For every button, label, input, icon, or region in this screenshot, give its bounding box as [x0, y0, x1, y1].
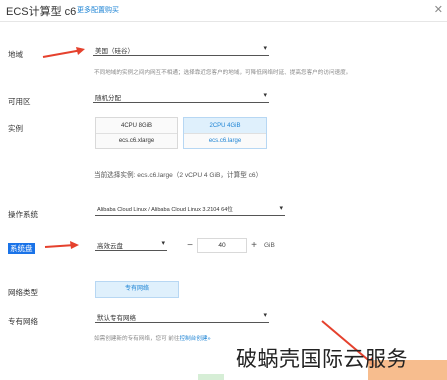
bottom-button-fragment	[198, 374, 224, 380]
vpc-hint-text: 如需创建新的专有网络，您可 前往	[94, 336, 180, 342]
disk-size-increase-button[interactable]: +	[248, 238, 260, 253]
vpc-hint: 如需创建新的专有网络，您可 前往控制台创建»	[94, 334, 211, 342]
vpc-select[interactable]: 默认专有网络 ▾	[95, 310, 269, 323]
network-type-label: 网络类型	[8, 288, 38, 297]
disk-size-unit: GiB	[264, 242, 275, 249]
vpc-label: 专有网络	[8, 317, 38, 326]
instance-code: ecs.c6.xlarge	[118, 138, 155, 144]
dialog-title: ECS计算型 c6	[6, 6, 77, 18]
disk-type-value: 高效云盘	[97, 243, 123, 250]
region-select[interactable]: 美国（硅谷） ▾	[93, 43, 269, 56]
vpc-value: 默认专有网络	[97, 315, 136, 322]
os-value: Alibaba Cloud Linux / Alibaba Cloud Linu…	[97, 207, 233, 213]
current-instance-text: 当前选择实例: ecs.c6.large（2 vCPU 4 GiB，计算型 c6…	[94, 172, 263, 179]
region-value: 美国（硅谷）	[95, 48, 134, 55]
disk-size-input[interactable]: 40	[197, 238, 247, 253]
system-disk-label: 系统盘	[8, 243, 35, 254]
instance-spec: 2CPU 4GiB	[184, 118, 266, 134]
chevron-down-icon: ▾	[263, 92, 267, 99]
zone-value: 随机分配	[95, 95, 121, 102]
instance-spec: 4CPU 8GiB	[96, 118, 177, 134]
region-label: 地域	[8, 50, 23, 59]
close-icon[interactable]: ✕	[434, 3, 443, 16]
instance-code: ecs.c6.large	[208, 138, 242, 144]
more-config-link[interactable]: 更多配置购买	[77, 5, 119, 15]
disk-size-decrease-button[interactable]: −	[184, 238, 196, 253]
chevron-down-icon: ▾	[263, 312, 267, 319]
zone-select[interactable]: 随机分配 ▾	[93, 90, 269, 103]
instance-label: 实例	[8, 124, 23, 133]
chevron-down-icon: ▾	[263, 45, 267, 52]
disk-type-select[interactable]: 高效云盘 ▾	[95, 238, 167, 251]
chevron-down-icon: ▾	[279, 205, 283, 212]
instance-card-xlarge[interactable]: 4CPU 8GiB ecs.c6.xlarge	[95, 117, 178, 149]
zone-label: 可用区	[8, 97, 31, 106]
watermark-text: 破蜗壳国际云服务	[236, 347, 408, 371]
network-type-vpc-option[interactable]: 专有网络	[95, 281, 179, 298]
instance-card-large[interactable]: 2CPU 4GiB ecs.c6.large	[183, 117, 267, 149]
dialog-header: ECS计算型 c6 更多配置购买 ✕	[0, 0, 447, 22]
os-label: 操作系统	[8, 210, 38, 219]
region-hint: 不同地域的实例之间内网互不相通；选择靠近您客户的地域，可降低网络时延、提高您客户…	[94, 70, 352, 76]
vpc-console-link[interactable]: 控制台创建»	[179, 336, 210, 342]
annotation-arrow-region	[42, 47, 85, 58]
os-select[interactable]: Alibaba Cloud Linux / Alibaba Cloud Linu…	[95, 203, 285, 216]
chevron-down-icon: ▾	[161, 240, 165, 247]
annotation-arrow-disk	[44, 241, 79, 249]
ecs-config-dialog: ECS计算型 c6 更多配置购买 ✕ 地域 美国（硅谷） ▾ 不同地域的实例之间…	[0, 0, 447, 380]
